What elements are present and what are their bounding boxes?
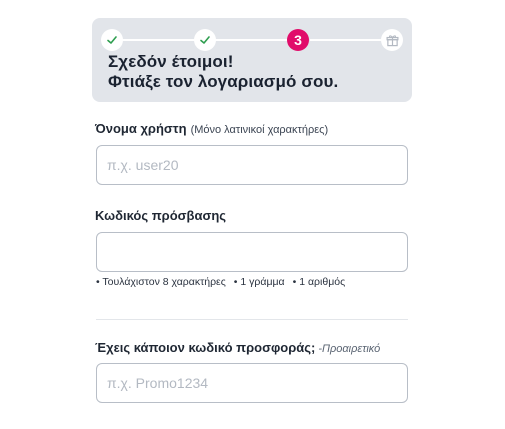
- password-label-text: Κωδικός πρόσβασης: [95, 208, 227, 223]
- page-title: Σχεδόν έτοιμοι! Φτιάξε τον λογαριασμό σο…: [108, 52, 338, 92]
- password-rule: 1 αριθμός: [293, 276, 345, 288]
- password-input[interactable]: [96, 232, 408, 272]
- promo-optional-tag: -Προαιρετικό: [318, 343, 381, 355]
- password-rule: 1 γράμμα: [234, 276, 284, 288]
- password-rules: Τουλάχιστον 8 χαρακτήρες 1 γράμμα 1 αριθ…: [96, 276, 345, 288]
- username-label: Όνομα χρήστη (Μόνο λατινικοί χαρακτήρες): [95, 121, 328, 136]
- check-icon: [107, 36, 117, 44]
- username-input[interactable]: [96, 145, 408, 185]
- check-icon: [200, 36, 210, 44]
- password-label: Κωδικός πρόσβασης: [95, 208, 226, 223]
- headline-line-1: Σχεδόν έτοιμοι!: [108, 52, 234, 71]
- step-3-current: 3: [287, 29, 309, 51]
- username-hint: (Μόνο λατινικοί χαρακτήρες): [190, 124, 329, 136]
- gift-icon: [386, 34, 398, 46]
- headline-line-2: Φτιάξε τον λογαριασμό σου.: [108, 72, 339, 91]
- divider: [96, 319, 408, 320]
- step-1-done: [101, 29, 123, 51]
- username-label-text: Όνομα χρήστη: [95, 121, 187, 136]
- promo-label: Έχεις κάποιον κωδικό προσφοράς; -Προαιρετ…: [95, 340, 380, 355]
- progress-panel: 3 Σχεδόν έτοιμοι! Φτιάξε τον λογαριασμό …: [92, 18, 412, 102]
- step-4-upcoming: [381, 29, 403, 51]
- password-rule: Τουλάχιστον 8 χαρακτήρες: [96, 276, 225, 288]
- promo-label-text: Έχεις κάποιον κωδικό προσφοράς;: [95, 340, 316, 355]
- step-2-done: [194, 29, 216, 51]
- promo-code-input[interactable]: [96, 363, 408, 403]
- step-3-number: 3: [294, 32, 302, 48]
